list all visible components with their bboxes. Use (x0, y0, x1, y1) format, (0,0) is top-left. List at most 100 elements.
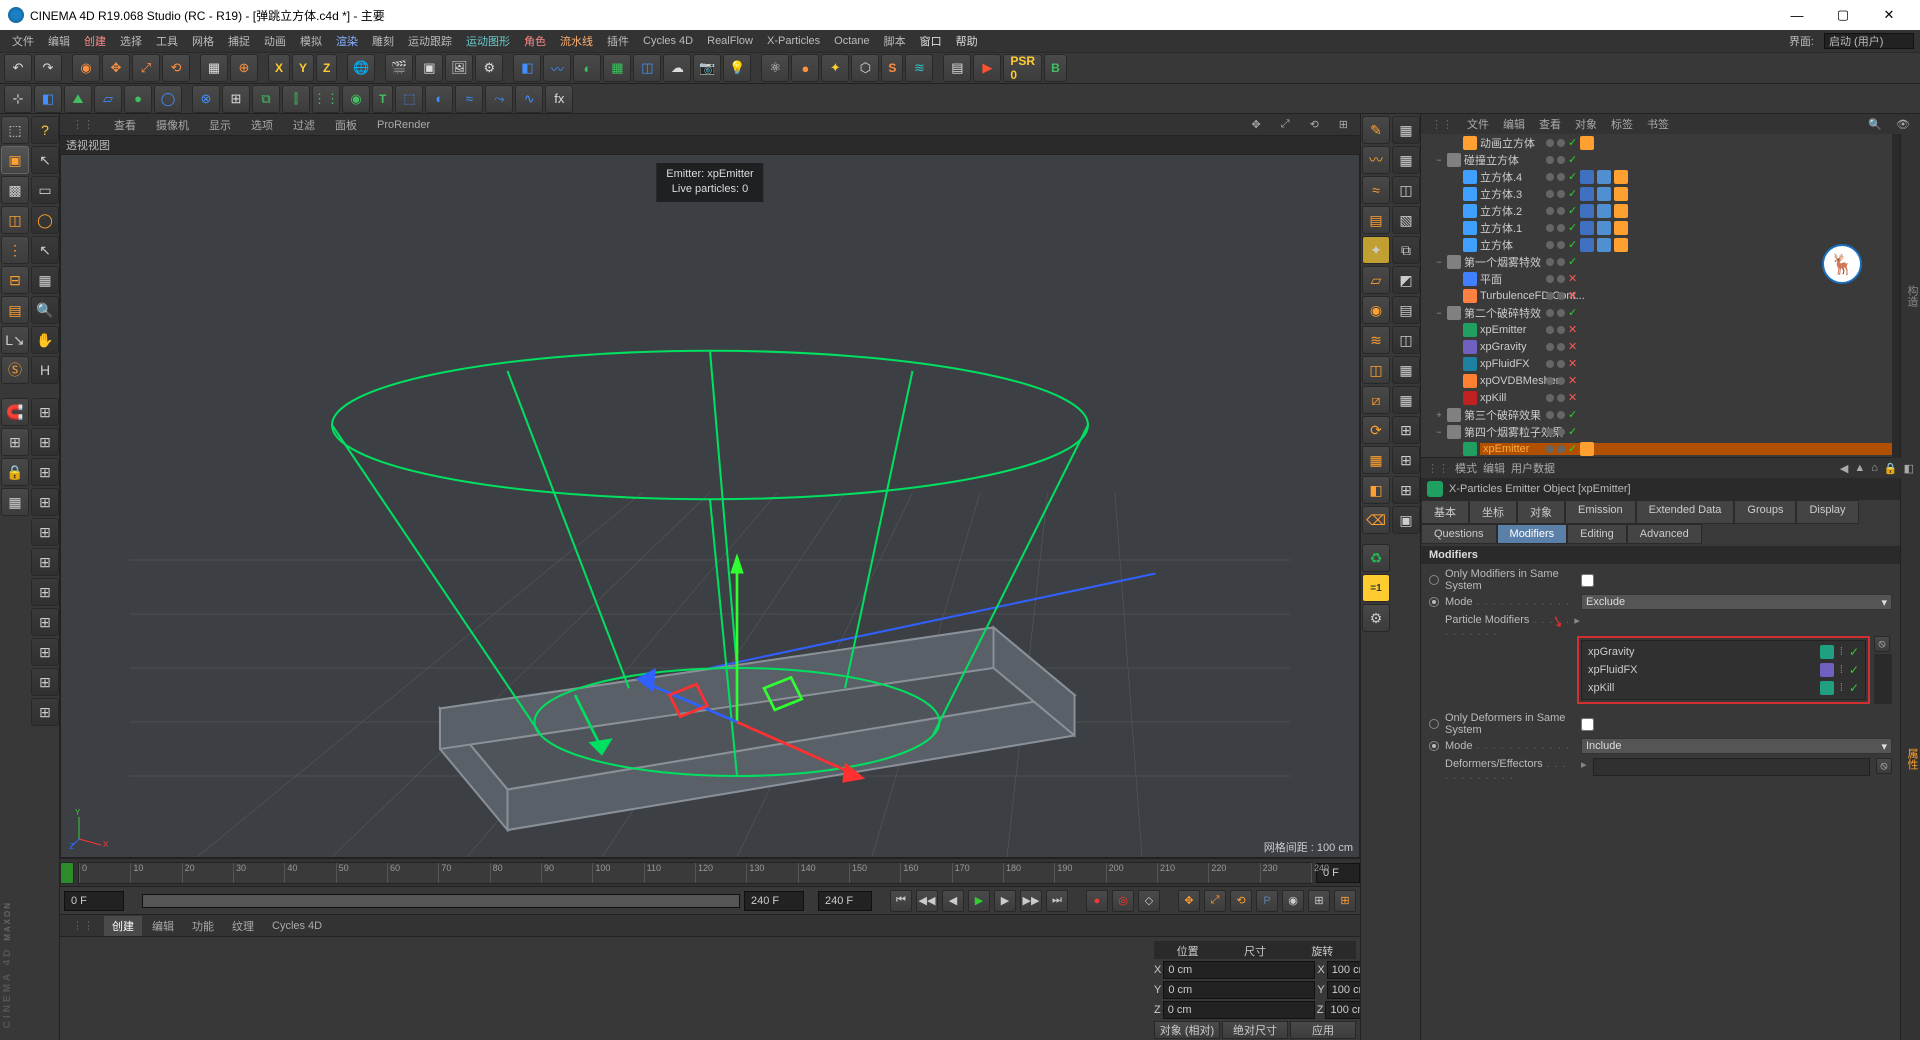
side-tab-attr[interactable]: 属性 (1900, 478, 1920, 1040)
prev-frame-button[interactable]: ◀ (942, 890, 964, 912)
mat-tab-create[interactable]: 创建 (104, 916, 142, 936)
sym-button[interactable]: ⫿ (282, 85, 310, 113)
rt2-12-icon[interactable]: ⊞ (1392, 446, 1420, 474)
play-button[interactable]: ▶ (968, 890, 990, 912)
rt2-2-icon[interactable]: ▦ (1392, 146, 1420, 174)
rt-pinch-icon[interactable]: ✦ (1362, 236, 1390, 264)
grid11-button[interactable]: ⊞ (31, 698, 59, 726)
rotate-button[interactable]: ⟲ (162, 54, 190, 82)
rt2-1-icon[interactable]: ▦ (1392, 116, 1420, 144)
vp-nav-orbit-icon[interactable]: ⟲ (1302, 116, 1327, 133)
menu-mograph[interactable]: 运动图形 (460, 31, 516, 51)
boole-button[interactable]: ⊗ (192, 85, 220, 113)
tree-row[interactable]: xpFluidFX✕ (1421, 355, 1892, 372)
grid6-button[interactable]: ⊞ (31, 548, 59, 576)
modifier-list-item[interactable]: xpFluidFX⁞✓ (1584, 661, 1863, 679)
poly-mode-button[interactable]: ▤ (1, 296, 29, 324)
tree-row[interactable]: xpOVDBMesher✕ (1421, 372, 1892, 389)
minimize-button[interactable]: — (1774, 0, 1820, 30)
recent-tool-button[interactable]: ▦ (200, 54, 228, 82)
mat-tab-func[interactable]: 功能 (184, 916, 222, 936)
bezier-button[interactable]: ∿ (515, 85, 543, 113)
coord-pos-Y[interactable] (1163, 981, 1315, 999)
rt2-6-icon[interactable]: ◩ (1392, 266, 1420, 294)
rt2-9-icon[interactable]: ▦ (1392, 356, 1420, 384)
menu-animate[interactable]: 动画 (258, 31, 292, 51)
vp-menu-prorender[interactable]: ProRender (369, 117, 438, 133)
snap-button[interactable]: 🧲 (1, 398, 29, 426)
only-deformers-checkbox[interactable] (1581, 718, 1594, 731)
attr-menu-mode[interactable]: 模式 (1455, 460, 1477, 476)
object-tree[interactable]: 🦌 动画立方体✓−碰撞立方体✓立方体.4✓立方体.3✓立方体.2✓立方体.1✓立… (1421, 134, 1892, 458)
menu-cycles4d[interactable]: Cycles 4D (637, 33, 699, 49)
psr-button[interactable]: PSR0 (1003, 54, 1042, 82)
disc-button[interactable]: ◯ (154, 85, 182, 113)
cube-button[interactable]: ◧ (34, 85, 62, 113)
attr-tab-basic[interactable]: 基本 (1421, 500, 1469, 524)
x-axis-button[interactable]: X (268, 54, 290, 82)
plane-button[interactable]: ▱ (94, 85, 122, 113)
modifier-list[interactable]: xpGravity⁞✓xpFluidFX⁞✓xpKill⁞✓ (1581, 640, 1866, 700)
om-search-icon[interactable]: 🔍 (1862, 116, 1888, 133)
tree-row[interactable]: +第三个破碎效果✓ (1421, 406, 1892, 423)
grid5-button[interactable]: ⊞ (31, 518, 59, 546)
om-tab-file[interactable]: 文件 (1461, 114, 1495, 134)
coord-size-button[interactable]: 绝对尺寸 (1222, 1021, 1288, 1039)
attr-back-icon[interactable]: ◀ (1840, 462, 1848, 475)
attr-tab-coord[interactable]: 坐标 (1469, 500, 1517, 524)
tree-row[interactable]: xpGravity✕ (1421, 338, 1892, 355)
tweak-button[interactable]: Ⓢ (1, 356, 29, 384)
attr-tab-extdata[interactable]: Extended Data (1636, 500, 1735, 524)
om-tab-bookmarks[interactable]: 书签 (1641, 114, 1675, 134)
pan-button[interactable]: ✋ (31, 326, 59, 354)
tree-row[interactable]: −碰撞立方体✓ (1421, 151, 1892, 168)
texture-mode-button[interactable]: ▩ (1, 176, 29, 204)
rt-scrape-icon[interactable]: ⧄ (1362, 386, 1390, 414)
rt-brush-icon[interactable]: ✎ (1362, 116, 1390, 144)
frame-button[interactable]: H (31, 356, 59, 384)
rect-select-button[interactable]: ▭ (31, 176, 59, 204)
xp-generator-button[interactable]: ✦ (821, 54, 849, 82)
camera-button[interactable]: 📷 (693, 54, 721, 82)
mlist-scrollbar[interactable] (1874, 654, 1892, 704)
tree-row[interactable]: xpEmitter✕ (1421, 321, 1892, 338)
vp-menu-camera[interactable]: 摄像机 (148, 115, 197, 135)
modifier-list-item[interactable]: xpGravity⁞✓ (1584, 643, 1863, 661)
edge-mode-button[interactable]: ⊟ (1, 266, 29, 294)
key-param-button[interactable]: P (1256, 890, 1278, 912)
coord-apply-button[interactable]: 应用 (1290, 1021, 1356, 1039)
mlist-clear-button[interactable]: ⦸ (1874, 636, 1890, 652)
instance-button[interactable]: ⧉ (252, 85, 280, 113)
mat-tab-cycles[interactable]: Cycles 4D (264, 918, 330, 934)
text-button[interactable]: T (372, 85, 393, 113)
tree-row[interactable]: 立方体.1✓ (1421, 219, 1892, 236)
menu-snap[interactable]: 捕捉 (222, 31, 256, 51)
extrude-button[interactable]: ⬚ (395, 85, 423, 113)
tree-row[interactable]: −第四个烟雾粒子效果✓ (1421, 423, 1892, 440)
key-opts1-button[interactable]: ⊞ (1308, 890, 1330, 912)
render-settings-button[interactable]: ⚙ (475, 54, 503, 82)
keyframe-selection-button[interactable]: ◇ (1138, 890, 1160, 912)
light-button[interactable]: 💡 (723, 54, 751, 82)
point-mode-button[interactable]: ⋮ (1, 236, 29, 264)
rt2-5-icon[interactable]: ⧉ (1392, 236, 1420, 264)
xp-modifier-button[interactable]: ⬡ (851, 54, 879, 82)
sphere-button[interactable]: ● (124, 85, 152, 113)
xp-dynamics-button[interactable]: ≋ (905, 54, 933, 82)
vp-nav-zoom-icon[interactable]: ⤢ (1273, 116, 1298, 133)
menu-render[interactable]: 渲染 (330, 31, 364, 51)
attr-tab-questions[interactable]: Questions (1421, 524, 1497, 544)
rt2-7-icon[interactable]: ▤ (1392, 296, 1420, 324)
attr-menu-userdata[interactable]: 用户数据 (1511, 460, 1555, 476)
tree-row[interactable]: 立方体✓ (1421, 236, 1892, 253)
lathe-button[interactable]: ◐ (425, 85, 453, 113)
record-button[interactable]: ● (1086, 890, 1108, 912)
attr-menu-edit[interactable]: 编辑 (1483, 460, 1505, 476)
b-button[interactable]: B (1044, 54, 1067, 82)
om-tab-edit[interactable]: 编辑 (1497, 114, 1531, 134)
side-tab-structure[interactable]: 构造 (1900, 134, 1920, 458)
menu-pipeline[interactable]: 流水线 (554, 31, 599, 51)
rt-mask-icon[interactable]: ▦ (1362, 446, 1390, 474)
rt2-10-icon[interactable]: ▦ (1392, 386, 1420, 414)
mat-tab-edit[interactable]: 编辑 (144, 916, 182, 936)
